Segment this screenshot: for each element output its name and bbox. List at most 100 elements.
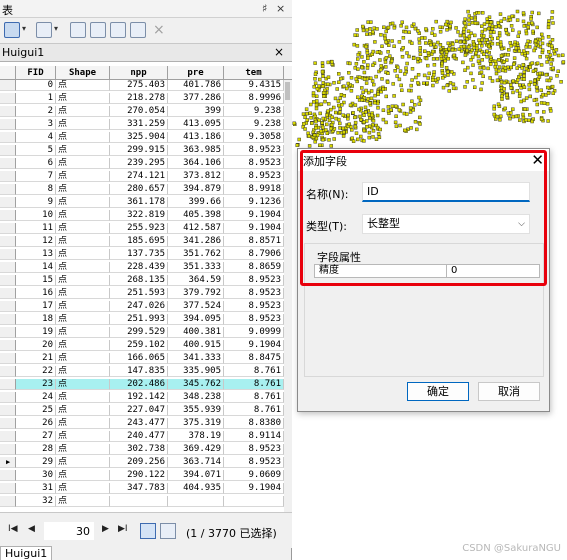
cell-fid[interactable]: 6 — [16, 158, 56, 169]
cell-npp[interactable]: 347.783 — [110, 483, 168, 494]
row-selector[interactable] — [0, 223, 16, 234]
cell-fid[interactable]: 27 — [16, 431, 56, 442]
table-row[interactable]: 9 点 361.178 399.66 9.1236 — [0, 197, 292, 208]
cell-tem[interactable]: 8.9523 — [224, 288, 284, 299]
cell-pre[interactable]: 369.429 — [168, 444, 224, 455]
cell-npp[interactable]: 202.486 — [110, 379, 168, 390]
cell-pre[interactable] — [168, 496, 224, 507]
table-options-icon[interactable] — [4, 22, 20, 38]
cell-shape[interactable]: 点 — [56, 483, 110, 494]
table-row[interactable]: 14 点 228.439 351.333 8.8659 — [0, 262, 292, 273]
previous-record-button[interactable]: ◀ — [28, 524, 35, 534]
cell-npp[interactable]: 302.738 — [110, 444, 168, 455]
cell-fid[interactable]: 8 — [16, 184, 56, 195]
cell-fid[interactable]: 3 — [16, 119, 56, 130]
cell-shape[interactable]: 点 — [56, 457, 110, 468]
cell-pre[interactable]: 400.915 — [168, 340, 224, 351]
table-row[interactable]: 19 点 299.529 400.381 9.0999 — [0, 327, 292, 338]
row-selector[interactable] — [0, 184, 16, 195]
cell-pre[interactable]: 413.186 — [168, 132, 224, 143]
cell-shape[interactable]: 点 — [56, 223, 110, 234]
switch-selection-icon[interactable] — [90, 22, 106, 38]
cell-pre[interactable]: 378.19 — [168, 431, 224, 442]
cell-tem[interactable]: 8.9523 — [224, 145, 284, 156]
cell-pre[interactable]: 364.106 — [168, 158, 224, 169]
cell-npp[interactable]: 192.142 — [110, 392, 168, 403]
cell-pre[interactable]: 400.381 — [168, 327, 224, 338]
table-row[interactable]: 1 点 218.278 377.286 8.9996 — [0, 93, 292, 104]
cell-npp[interactable]: 239.295 — [110, 158, 168, 169]
cell-pre[interactable]: 375.319 — [168, 418, 224, 429]
cell-tem[interactable]: 8.8659 — [224, 262, 284, 273]
cell-npp[interactable]: 255.923 — [110, 223, 168, 234]
cell-pre[interactable]: 341.286 — [168, 236, 224, 247]
table-row[interactable]: 2 点 270.054 399 9.238 — [0, 106, 292, 117]
cell-npp[interactable]: 361.178 — [110, 197, 168, 208]
cell-tem[interactable]: 9.1904 — [224, 340, 284, 351]
cell-shape[interactable]: 点 — [56, 418, 110, 429]
cell-npp[interactable]: 227.047 — [110, 405, 168, 416]
table-row[interactable]: ▶ 29 点 209.256 363.714 8.9523 — [0, 457, 292, 468]
cell-shape[interactable]: 点 — [56, 106, 110, 117]
cell-pre[interactable]: 348.238 — [168, 392, 224, 403]
cell-pre[interactable]: 394.071 — [168, 470, 224, 481]
cell-npp[interactable]: 270.054 — [110, 106, 168, 117]
cell-fid[interactable]: 9 — [16, 197, 56, 208]
cell-pre[interactable]: 404.935 — [168, 483, 224, 494]
cell-fid[interactable]: 20 — [16, 340, 56, 351]
table-row[interactable]: 5 点 299.915 363.985 8.9523 — [0, 145, 292, 156]
cell-npp[interactable]: 251.593 — [110, 288, 168, 299]
cell-fid[interactable]: 4 — [16, 132, 56, 143]
cell-fid[interactable]: 5 — [16, 145, 56, 156]
cell-tem[interactable]: 9.3058 — [224, 132, 284, 143]
cell-shape[interactable]: 点 — [56, 171, 110, 182]
cell-shape[interactable]: 点 — [56, 158, 110, 169]
cell-npp[interactable]: 251.993 — [110, 314, 168, 325]
table-row[interactable]: 26 点 243.477 375.319 8.8380 — [0, 418, 292, 429]
cell-tem[interactable]: 8.8380 — [224, 418, 284, 429]
chevron-down-icon[interactable]: ▾ — [54, 24, 58, 33]
table-tab-label[interactable]: Huigui1 — [2, 46, 44, 59]
cell-npp[interactable]: 209.256 — [110, 457, 168, 468]
tab-close-icon[interactable]: × — [274, 45, 284, 59]
cell-shape[interactable]: 点 — [56, 444, 110, 455]
cell-fid[interactable]: 11 — [16, 223, 56, 234]
row-selector[interactable] — [0, 327, 16, 338]
cell-npp[interactable]: 243.477 — [110, 418, 168, 429]
precision-value[interactable]: 0 — [447, 265, 539, 277]
cell-tem[interactable]: 8.9523 — [224, 171, 284, 182]
column-header-pre[interactable]: pre — [168, 66, 224, 80]
cell-shape[interactable]: 点 — [56, 470, 110, 481]
cell-npp[interactable]: 325.904 — [110, 132, 168, 143]
cell-npp[interactable] — [110, 496, 168, 507]
cell-npp[interactable]: 268.135 — [110, 275, 168, 286]
table-row[interactable]: 0 点 275.403 401.786 9.4315 — [0, 80, 292, 91]
cell-tem[interactable]: 8.761 — [224, 366, 284, 377]
cell-fid[interactable]: 2 — [16, 106, 56, 117]
cell-pre[interactable]: 364.59 — [168, 275, 224, 286]
zoom-to-selected-icon[interactable] — [130, 22, 146, 38]
table-row[interactable]: 21 点 166.065 341.333 8.8475 — [0, 353, 292, 364]
cell-tem[interactable]: 9.4315 — [224, 80, 284, 91]
row-selector[interactable] — [0, 210, 16, 221]
row-selector[interactable] — [0, 353, 16, 364]
window-close-button[interactable]: × — [276, 2, 285, 15]
cell-fid[interactable]: 14 — [16, 262, 56, 273]
cell-fid[interactable]: 0 — [16, 80, 56, 91]
cell-fid[interactable]: 18 — [16, 314, 56, 325]
row-selector[interactable] — [0, 288, 16, 299]
cell-fid[interactable]: 24 — [16, 392, 56, 403]
chevron-down-icon[interactable]: ▾ — [22, 24, 26, 33]
cell-shape[interactable]: 点 — [56, 405, 110, 416]
cell-fid[interactable]: 1 — [16, 93, 56, 104]
cell-shape[interactable]: 点 — [56, 236, 110, 247]
cell-shape[interactable]: 点 — [56, 132, 110, 143]
cell-npp[interactable]: 218.278 — [110, 93, 168, 104]
cell-fid[interactable]: 32 — [16, 496, 56, 507]
cell-shape[interactable]: 点 — [56, 249, 110, 260]
table-row[interactable]: 11 点 255.923 412.587 9.1904 — [0, 223, 292, 234]
row-selector[interactable] — [0, 145, 16, 156]
table-row[interactable]: 6 点 239.295 364.106 8.9523 — [0, 158, 292, 169]
row-selector[interactable] — [0, 158, 16, 169]
pin-icon[interactable]: ♯ — [262, 2, 267, 15]
